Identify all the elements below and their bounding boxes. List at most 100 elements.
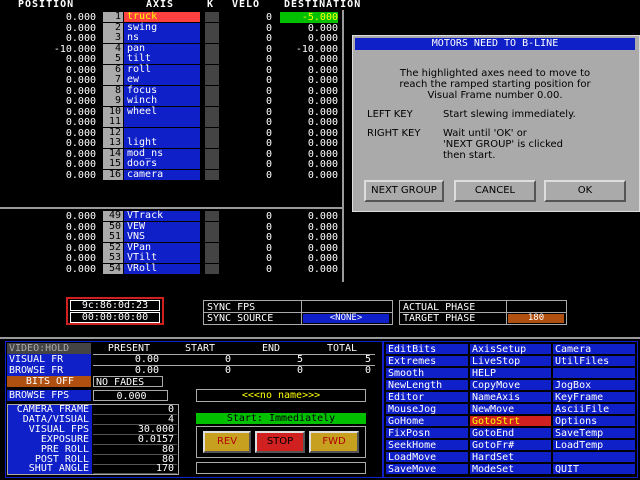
menu-editbits[interactable]: EditBits	[385, 343, 469, 355]
axis-row-number[interactable]: 8	[103, 85, 123, 96]
browse-fr-start[interactable]: 0	[165, 365, 233, 376]
axis-row-name[interactable]: swing	[124, 22, 200, 33]
menu-keyframe[interactable]: KeyFrame	[552, 391, 636, 403]
menu-hardset[interactable]: HardSet	[469, 451, 552, 463]
axis-row-k-indicator[interactable]	[205, 138, 219, 148]
menu-modeset[interactable]: ModeSet	[469, 463, 552, 475]
menu-asciifile[interactable]: AsciiFile	[552, 403, 636, 415]
axis-row-k-indicator[interactable]	[205, 96, 219, 106]
vaxis-row-destination[interactable]: 0.000	[280, 211, 338, 222]
axis-row-destination[interactable]: -5.000	[280, 12, 338, 23]
menu-copymove[interactable]: CopyMove	[469, 379, 552, 391]
axis-row-destination[interactable]: 0.000	[280, 75, 338, 86]
vaxis-row-k-indicator[interactable]	[205, 221, 219, 232]
vaxis-row-destination[interactable]: 0.000	[280, 264, 338, 275]
menu-gohome[interactable]: GoHome	[385, 415, 469, 427]
menu-seekhome[interactable]: SeekHome	[385, 439, 469, 451]
axis-row-number[interactable]: 4	[103, 43, 123, 54]
axis-row-destination[interactable]: -10.000	[280, 44, 338, 55]
ok-button[interactable]: OK	[544, 180, 626, 202]
axis-row-number[interactable]: 13	[103, 138, 123, 148]
vaxis-row-k-indicator[interactable]	[205, 232, 219, 242]
visual-fr-present[interactable]: 0.00	[93, 354, 163, 365]
menu-fixposn[interactable]: FixPosn	[385, 427, 469, 439]
axis-row-name[interactable]: doors	[124, 159, 200, 169]
target-phase-value[interactable]: 180	[508, 314, 564, 323]
vaxis-row-number[interactable]: 54	[103, 263, 123, 274]
axis-row-k-indicator[interactable]	[205, 75, 219, 85]
axis-row-name[interactable]: camera	[124, 169, 200, 180]
sync-source-value[interactable]: <NONE>	[303, 314, 389, 323]
axis-row-name[interactable]: tilt	[124, 54, 200, 64]
browse-fps-value[interactable]: 0.000	[93, 390, 168, 402]
axis-row-destination[interactable]: 0.000	[280, 170, 338, 181]
menu-newmove[interactable]: NewMove	[469, 403, 552, 415]
axis-row-number[interactable]: 14	[103, 148, 123, 159]
vaxis-row-destination[interactable]: 0.000	[280, 232, 338, 243]
vaxis-row-number[interactable]: 52	[103, 242, 123, 253]
axis-row-number[interactable]: 2	[103, 22, 123, 33]
menu-help[interactable]: HELP	[469, 367, 552, 379]
axis-row-destination[interactable]: 0.000	[280, 128, 338, 139]
axis-row-number[interactable]: 12	[103, 127, 123, 138]
vaxis-row-number[interactable]: 50	[103, 221, 123, 232]
cancel-button[interactable]: CANCEL	[454, 180, 536, 202]
vaxis-row-number[interactable]: 51	[103, 232, 123, 242]
menu-gotofr[interactable]: GotoFr#	[469, 439, 552, 451]
no-fades-toggle[interactable]: NO FADES	[93, 376, 163, 388]
axis-row-name[interactable]: pan	[124, 43, 200, 54]
fwd-button[interactable]: FWD	[309, 431, 359, 453]
axis-row-name[interactable]	[124, 117, 200, 127]
start-mode[interactable]: Start: Immediately	[196, 413, 366, 424]
vaxis-row-name[interactable]: VTilt	[124, 253, 200, 263]
axis-row-number[interactable]: 6	[103, 64, 123, 75]
axis-row-number[interactable]: 15	[103, 159, 123, 169]
browse-fr-present[interactable]: 0.00	[93, 365, 163, 376]
axis-row-name[interactable]	[124, 127, 200, 138]
axis-row-name[interactable]: ns	[124, 33, 200, 43]
vaxis-row-k-indicator[interactable]	[205, 242, 219, 253]
menu-savemove[interactable]: SaveMove	[385, 463, 469, 475]
menu-options[interactable]: Options	[552, 415, 636, 427]
axis-row-name[interactable]: roll	[124, 64, 200, 75]
axis-row-number[interactable]: 7	[103, 75, 123, 85]
stop-button[interactable]: STOP	[255, 431, 305, 453]
axis-row-k-indicator[interactable]	[205, 159, 219, 169]
menu-smooth[interactable]: Smooth	[385, 367, 469, 379]
axis-row-destination[interactable]: 0.000	[280, 86, 338, 97]
axis-row-number[interactable]: 1	[103, 12, 123, 22]
vaxis-row-name[interactable]: VPan	[124, 242, 200, 253]
menu-jogbox[interactable]: JogBox	[552, 379, 636, 391]
axis-row-destination[interactable]: 0.000	[280, 96, 338, 107]
axis-row-number[interactable]: 16	[103, 169, 123, 180]
axis-row-name[interactable]: wheel	[124, 106, 200, 117]
menu-newlength[interactable]: NewLength	[385, 379, 469, 391]
axis-row-destination[interactable]: 0.000	[280, 159, 338, 170]
axis-row-destination[interactable]: 0.000	[280, 33, 338, 44]
axis-row-destination[interactable]: 0.000	[280, 107, 338, 118]
menu-savetemp[interactable]: SaveTemp	[552, 427, 636, 439]
axis-row-k-indicator[interactable]	[205, 85, 219, 96]
vaxis-row-name[interactable]: VTrack	[124, 211, 200, 221]
axis-row-k-indicator[interactable]	[205, 43, 219, 54]
axis-row-k-indicator[interactable]	[205, 106, 219, 117]
menu-quit[interactable]: QUIT	[552, 463, 636, 475]
menu-camera[interactable]: Camera	[552, 343, 636, 355]
menu-nameaxis[interactable]: NameAxis	[469, 391, 552, 403]
axis-row-destination[interactable]: 0.000	[280, 65, 338, 76]
vaxis-row-name[interactable]: VEW	[124, 221, 200, 232]
axis-row-k-indicator[interactable]	[205, 54, 219, 64]
vaxis-row-k-indicator[interactable]	[205, 263, 219, 274]
menu-utilfiles[interactable]: UtilFiles	[552, 355, 636, 367]
vaxis-row-destination[interactable]: 0.000	[280, 243, 338, 254]
menu-gotoend[interactable]: GotoEnd	[469, 427, 552, 439]
axis-row-number[interactable]: 9	[103, 96, 123, 106]
vaxis-row-name[interactable]: VRoll	[124, 263, 200, 274]
move-name[interactable]: <<<no name>>>	[196, 389, 366, 402]
visual-fr-start[interactable]: 0	[165, 354, 233, 365]
menu-axissetup[interactable]: AxisSetup	[469, 343, 552, 355]
vaxis-row-k-indicator[interactable]	[205, 211, 219, 221]
camera-frame-value[interactable]: 0	[93, 405, 177, 415]
bits-off-toggle[interactable]: BITS OFF	[7, 376, 91, 387]
axis-row-destination[interactable]: 0.000	[280, 54, 338, 65]
